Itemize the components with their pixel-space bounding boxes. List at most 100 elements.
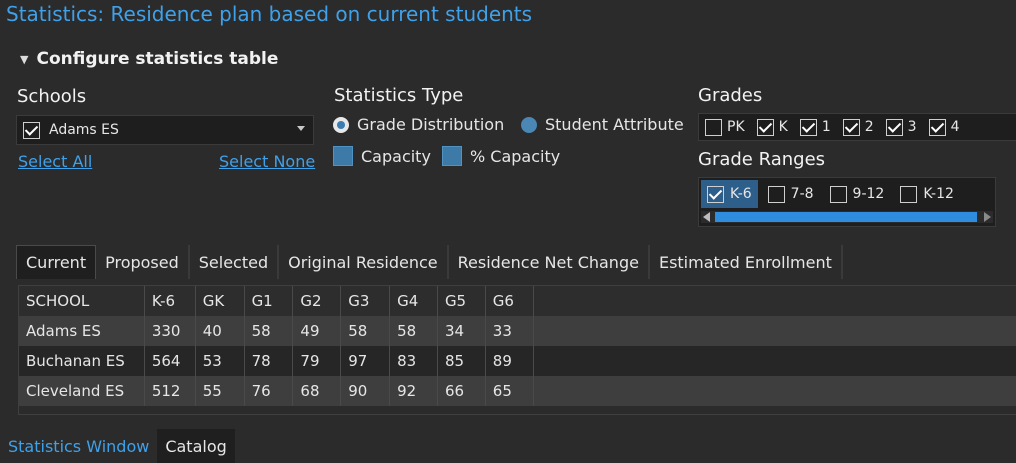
- table-cell: 40: [195, 316, 245, 346]
- table-cell: Buchanan ES: [19, 346, 145, 376]
- radio-unselected-icon[interactable]: [521, 116, 537, 133]
- grades-list: PK K 1 2 3 4: [698, 113, 1016, 141]
- radio-selected-icon[interactable]: [333, 116, 349, 133]
- grade-item-pk[interactable]: PK: [705, 118, 745, 136]
- grade-range-checkbox-9-12[interactable]: [829, 185, 847, 203]
- schools-dropdown[interactable]: Adams ES: [16, 115, 314, 145]
- table-row[interactable]: Buchanan ES 564 53 78 79 97 83 85 89: [19, 346, 1016, 376]
- tab-original-residence[interactable]: Original Residence: [279, 245, 449, 279]
- tab-estimated-enrollment[interactable]: Estimated Enrollment: [649, 245, 843, 279]
- grade-range-item-k-12[interactable]: K-12: [894, 180, 960, 208]
- table-cell: 85: [437, 346, 486, 376]
- grades-label: Grades: [698, 85, 763, 106]
- table-cell: 97: [340, 346, 391, 376]
- column-header-g6[interactable]: G6: [485, 286, 534, 316]
- grade-item-4[interactable]: 4: [928, 118, 960, 136]
- grade-range-checkbox-k-6[interactable]: [707, 185, 724, 203]
- table-row[interactable]: Adams ES 330 40 58 49 58 58 34 33: [19, 316, 1016, 346]
- grade-range-item-k-6[interactable]: K-6: [701, 180, 758, 208]
- column-header-g3[interactable]: G3: [340, 286, 391, 316]
- table-cell-filler: [533, 316, 1016, 346]
- grade-item-3[interactable]: 3: [885, 118, 917, 136]
- table-cell: 55: [195, 376, 245, 406]
- scroll-left-icon[interactable]: [703, 212, 710, 222]
- grade-range-item-9-12[interactable]: 9-12: [824, 180, 891, 208]
- table-cell: 89: [485, 346, 534, 376]
- configure-section-toggle[interactable]: ▼ Configure statistics table: [20, 49, 278, 69]
- school-checkbox[interactable]: [23, 122, 40, 139]
- bottom-pane-tabs: Statistics Window Catalog: [0, 429, 1016, 463]
- tab-residence-net-change[interactable]: Residence Net Change: [448, 245, 650, 279]
- table-cell: 33: [485, 316, 534, 346]
- table-cell-filler: [533, 376, 1016, 406]
- grade-range-checkbox-k-12[interactable]: [900, 185, 918, 203]
- grade-item-2[interactable]: 2: [842, 118, 874, 136]
- grade-checkbox-2[interactable]: [842, 118, 860, 136]
- table-header-row: SCHOOL K-6 GK G1 G2 G3 G4 G5 G6: [19, 286, 1016, 316]
- grade-ranges-scrollbar[interactable]: [701, 211, 993, 223]
- table-cell: 76: [244, 376, 294, 406]
- table-row[interactable]: Cleveland ES 512 55 76 68 90 92 66 65: [19, 376, 1016, 406]
- column-header-gk[interactable]: GK: [195, 286, 245, 316]
- table-cell: 49: [292, 316, 342, 346]
- table-cell: 78: [244, 346, 294, 376]
- grade-item-k[interactable]: K: [756, 118, 788, 136]
- grade-checkbox-1[interactable]: [799, 118, 817, 136]
- select-all-link[interactable]: Select All: [18, 152, 92, 171]
- grade-checkbox-k[interactable]: [756, 118, 774, 136]
- capacity-checkbox[interactable]: Capacity: [333, 146, 431, 166]
- grade-range-label-k-12: K-12: [923, 186, 954, 202]
- grade-checkbox-3[interactable]: [885, 118, 903, 136]
- radio-student-attribute[interactable]: Student Attribute: [521, 115, 684, 134]
- table-cell: 92: [389, 376, 438, 406]
- dropdown-caret-icon[interactable]: [297, 126, 305, 131]
- table-cell: 564: [144, 346, 196, 376]
- percent-capacity-checkbox[interactable]: % Capacity: [442, 146, 560, 166]
- table-cell: 58: [244, 316, 294, 346]
- tab-catalog[interactable]: Catalog: [157, 429, 235, 463]
- tab-current[interactable]: Current: [16, 245, 97, 279]
- radio-student-attribute-label: Student Attribute: [545, 115, 684, 134]
- column-header-filler: [533, 286, 1016, 316]
- column-header-k-6[interactable]: K-6: [144, 286, 196, 316]
- statistics-type-label: Statistics Type: [334, 85, 464, 106]
- column-header-school[interactable]: SCHOOL: [19, 286, 145, 316]
- tab-statistics-window[interactable]: Statistics Window: [0, 429, 157, 463]
- grade-range-checkbox-7-8[interactable]: [767, 185, 785, 203]
- table-cell: Cleveland ES: [19, 376, 145, 406]
- chevron-down-icon: ▼: [20, 52, 29, 66]
- scrollbar-thumb[interactable]: [715, 212, 977, 222]
- table-cell: 83: [389, 346, 438, 376]
- percent-capacity-checkbox-box[interactable]: [442, 146, 462, 166]
- table-cell: 34: [437, 316, 486, 346]
- column-header-g4[interactable]: G4: [389, 286, 438, 316]
- radio-grade-distribution[interactable]: Grade Distribution: [333, 115, 504, 134]
- table-cell: 90: [340, 376, 391, 406]
- grade-label-4: 4: [950, 119, 960, 135]
- column-header-g2[interactable]: G2: [292, 286, 342, 316]
- table-cell: 79: [292, 346, 342, 376]
- grade-range-label-9-12: 9-12: [852, 186, 885, 202]
- grade-checkbox-4[interactable]: [928, 118, 946, 136]
- scroll-right-icon[interactable]: [984, 212, 991, 222]
- capacity-label: Capacity: [361, 146, 431, 166]
- grade-label-2: 2: [864, 119, 874, 135]
- schools-label: Schools: [17, 86, 87, 107]
- grade-label-k: K: [778, 119, 788, 135]
- capacity-checkbox-box[interactable]: [333, 146, 353, 166]
- table-cell-filler: [533, 346, 1016, 376]
- window-title: Statistics: Residence plan based on curr…: [6, 2, 533, 26]
- table-cell: 330: [144, 316, 196, 346]
- grade-checkbox-pk[interactable]: [705, 118, 722, 136]
- select-none-link[interactable]: Select None: [219, 152, 315, 171]
- grade-ranges-label: Grade Ranges: [698, 149, 826, 170]
- grade-item-1[interactable]: 1: [799, 118, 831, 136]
- column-header-g5[interactable]: G5: [437, 286, 486, 316]
- configure-section-label: Configure statistics table: [36, 49, 279, 69]
- grade-range-item-7-8[interactable]: 7-8: [762, 180, 820, 208]
- grade-label-1: 1: [821, 119, 831, 135]
- tab-proposed[interactable]: Proposed: [96, 245, 190, 279]
- column-header-g1[interactable]: G1: [244, 286, 294, 316]
- grade-range-label-k-6: K-6: [730, 186, 752, 202]
- tab-selected[interactable]: Selected: [189, 245, 280, 279]
